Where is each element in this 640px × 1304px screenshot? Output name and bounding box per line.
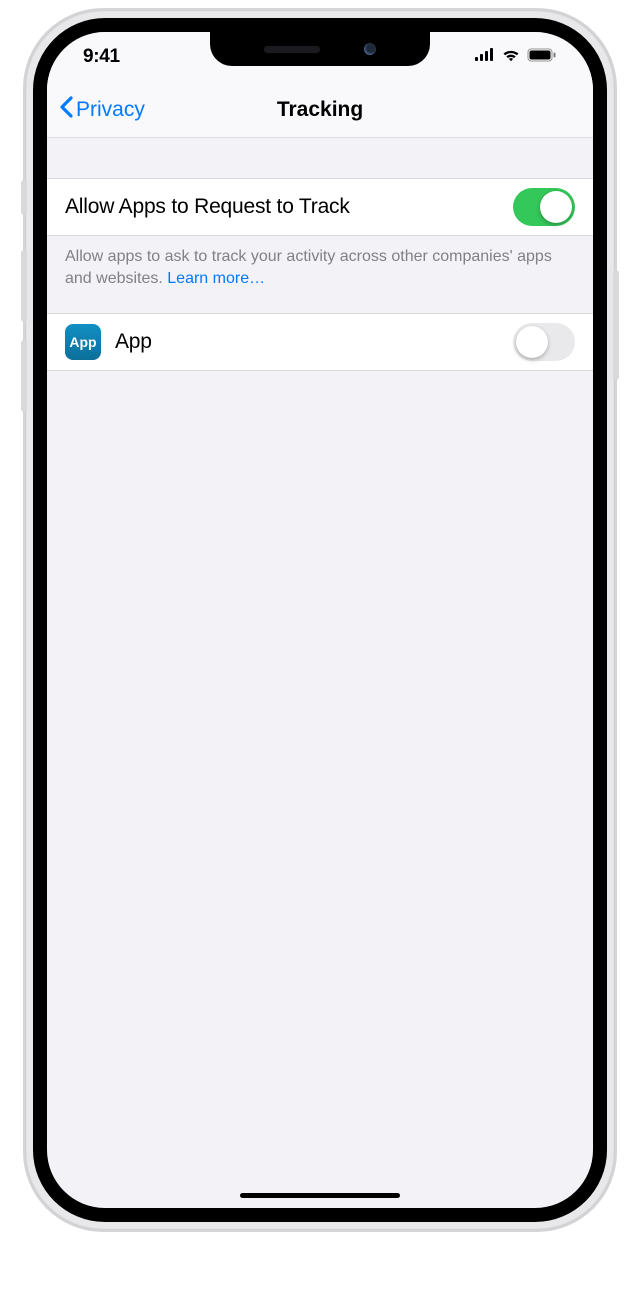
allow-tracking-toggle[interactable] [513, 188, 575, 226]
status-time: 9:41 [83, 46, 120, 68]
app-label: App [115, 330, 513, 354]
app-icon-label: App [69, 334, 96, 350]
front-camera [364, 43, 376, 55]
phone-body: 9:41 [33, 18, 607, 1222]
content: Allow Apps to Request to Track Allow app… [47, 138, 593, 371]
app-tracking-toggle[interactable] [513, 323, 575, 361]
learn-more-link[interactable]: Learn more… [167, 270, 265, 287]
battery-icon [527, 48, 557, 67]
speaker-grille [264, 46, 320, 53]
home-indicator[interactable] [240, 1193, 400, 1198]
page-title: Tracking [277, 98, 363, 122]
toggle-knob [516, 326, 548, 358]
chevron-left-icon [59, 96, 73, 124]
volume-up-button [21, 250, 27, 322]
notch [210, 32, 430, 66]
wifi-icon [501, 48, 521, 67]
allow-tracking-footer: Allow apps to ask to track your activity… [47, 236, 593, 313]
side-button [613, 270, 619, 380]
footer-text: Allow apps to ask to track your activity… [65, 248, 552, 287]
status-indicators [475, 48, 557, 67]
toggle-knob [540, 191, 572, 223]
cellular-icon [475, 48, 495, 66]
back-button[interactable]: Privacy [59, 96, 145, 124]
phone-frame: 9:41 [25, 10, 615, 1230]
app-icon: App [65, 324, 101, 360]
mute-switch [21, 180, 27, 215]
volume-down-button [21, 340, 27, 412]
allow-tracking-label: Allow Apps to Request to Track [65, 195, 513, 219]
allow-tracking-row: Allow Apps to Request to Track [47, 178, 593, 236]
back-label: Privacy [76, 98, 145, 122]
screen: 9:41 [47, 32, 593, 1208]
app-tracking-row: App App [47, 313, 593, 371]
nav-bar: Privacy Tracking [47, 82, 593, 138]
